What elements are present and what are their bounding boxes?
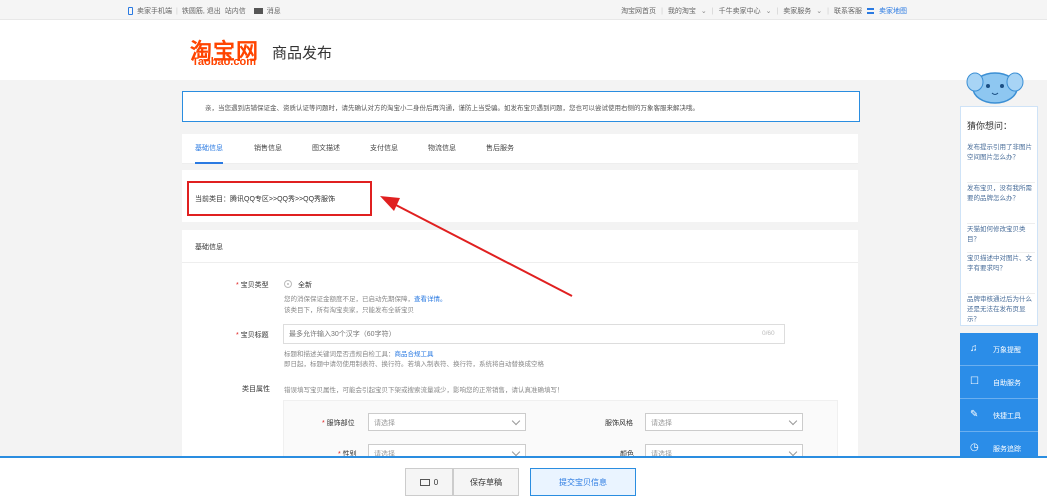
inbox-link[interactable]: 站内信 <box>225 6 246 16</box>
clock-icon: ◷ <box>970 442 979 453</box>
taobao-home-link[interactable]: 淘宝网首页 <box>621 6 656 16</box>
item-type-label: * 宝贝类型 <box>236 282 269 289</box>
view-details-link[interactable]: 查看详情。 <box>414 296 447 303</box>
messages-button[interactable]: 0 <box>405 468 453 496</box>
qianniu-seller-center-menu[interactable]: 千牛卖家中心 <box>719 6 761 16</box>
assistant-mascot-icon[interactable] <box>964 66 1026 108</box>
new-item-radio[interactable] <box>284 280 292 288</box>
chevron-down-icon <box>511 447 521 457</box>
my-taobao-menu[interactable]: 我的淘宝 <box>668 6 696 16</box>
seller-sitemap-link[interactable]: 卖家地图 <box>879 6 907 16</box>
menu-icon <box>867 8 874 14</box>
tab-description[interactable]: 图文描述 <box>312 134 340 164</box>
tab-basic-info[interactable]: 基础信息 <box>195 134 223 164</box>
faq-item[interactable]: 发布宝贝，没有我所需要的品牌怎么办？ <box>967 184 1035 224</box>
mail-icon <box>253 8 263 14</box>
title-char-counter: 0/60 <box>762 330 775 337</box>
security-notice: 亲，当您遇到店铺保证金、资质认证等问题时，请先确认对方的淘宝小二身份后再沟通，谨… <box>182 91 860 122</box>
seller-service-menu[interactable]: 卖家服务 <box>783 6 811 16</box>
messages-link[interactable]: 消息 <box>267 6 281 16</box>
page-title: 商品发布 <box>272 45 333 62</box>
chevron-down-icon <box>788 416 798 426</box>
attr-label-part: * 服饰部位 <box>322 420 355 427</box>
chat-icon: ☐ <box>970 376 979 387</box>
taobao-logo-en: Taobao.com <box>192 56 256 68</box>
current-category: 当前类目：腾讯QQ专区>>QQ秀>>QQ秀服饰 <box>187 181 372 216</box>
chevron-down-icon <box>788 447 798 457</box>
new-item-option-label[interactable]: 全新 <box>298 280 312 290</box>
assistant-actions: ♫ 万象提醒 ☐ 自助服务 ✎ 快捷工具 ◷ 服务追踪 <box>960 333 1038 465</box>
divider <box>182 262 858 263</box>
attributes-help: 错误填写宝贝属性，可能会引起宝贝下架或搜索流量减少，影响您的正常销售，请认真准确… <box>284 387 564 394</box>
contact-service-link[interactable]: 联系客服 <box>834 6 862 16</box>
faq-item[interactable]: 天猫如何修改宝贝类目？ <box>967 225 1035 253</box>
assistant-panel: 猜你想问： 发布提示引用了非图片空间图片怎么办？ 发布宝贝，没有我所需要的品牌怎… <box>960 106 1038 326</box>
item-title-help-2: 即日起，标题中请勿使用制表符、换行符。若填入制表符、换行符，系统将自动替换成空格 <box>284 361 544 368</box>
attributes-label: 类目属性 <box>242 386 270 393</box>
separator: | <box>176 7 178 15</box>
compliance-tool-link[interactable]: 商品合规工具 <box>395 351 434 358</box>
attr-label-style: 服饰风格 <box>605 420 633 427</box>
mobile-seller-link[interactable]: 卖家手机端 <box>137 6 172 16</box>
item-title-input[interactable] <box>283 324 785 344</box>
footer-bar: 0 保存草稿 提交宝贝信息 <box>0 456 1047 500</box>
page-header: 淘宝网 Taobao.com 商品发布 <box>0 20 1047 80</box>
attr-select-style[interactable]: 请选择 <box>645 413 803 431</box>
separator: | <box>711 7 714 15</box>
tab-logistics-info[interactable]: 物流信息 <box>428 134 456 164</box>
item-title-help: 标题和描述关键词是否违规自检工具：商品合规工具 <box>284 351 434 358</box>
faq-item[interactable]: 品牌审核通过后为什么还是无法在发布页显示？ <box>967 295 1035 325</box>
user-logout-link[interactable]: 铁圆筋, 退出 <box>182 6 221 16</box>
attr-select-part[interactable]: 请选择 <box>368 413 526 431</box>
reminder-button[interactable]: ♫ 万象提醒 <box>960 333 1038 366</box>
mobile-phone-icon <box>128 7 133 15</box>
tab-after-sales[interactable]: 售后服务 <box>486 134 514 164</box>
top-bar: 卖家手机端 | 铁圆筋, 退出 站内信 消息 淘宝网首页 | 我的淘宝 ⌄ | … <box>0 0 1047 20</box>
separator: | <box>827 7 829 15</box>
separator: | <box>661 7 663 15</box>
self-service-button[interactable]: ☐ 自助服务 <box>960 366 1038 399</box>
separator: | <box>776 7 779 15</box>
chevron-down-icon: ⌄ <box>700 8 707 15</box>
chevron-down-icon: ⌄ <box>765 8 772 15</box>
chevron-down-icon: ⌄ <box>816 8 823 15</box>
wrench-icon: ✎ <box>970 409 979 420</box>
item-type-help: 您的消保保证金额度不足，已启动先期保障，查看详情。 <box>284 296 447 303</box>
form-tabs: 基础信息 销售信息 图文描述 支付信息 物流信息 售后服务 <box>182 134 858 164</box>
bell-icon: ♫ <box>970 343 978 354</box>
envelope-icon <box>419 478 430 486</box>
chevron-down-icon <box>511 416 521 426</box>
quick-tools-button[interactable]: ✎ 快捷工具 <box>960 399 1038 432</box>
item-type-help-2: 该类目下，所有淘宝卖家，只能发布全新宝贝 <box>284 307 414 314</box>
save-draft-button[interactable]: 保存草稿 <box>453 468 519 496</box>
tab-sales-info[interactable]: 销售信息 <box>254 134 282 164</box>
faq-item[interactable]: 宝贝描述中对图片、文字有要求吗？ <box>967 254 1035 294</box>
section-title: 基础信息 <box>195 244 223 251</box>
item-title-label: * 宝贝标题 <box>236 332 269 339</box>
submit-item-button[interactable]: 提交宝贝信息 <box>530 468 636 496</box>
tab-payment-info[interactable]: 支付信息 <box>370 134 398 164</box>
faq-item[interactable]: 发布提示引用了非图片空间图片怎么办？ <box>967 143 1035 183</box>
assistant-title: 猜你想问： <box>967 121 1013 131</box>
